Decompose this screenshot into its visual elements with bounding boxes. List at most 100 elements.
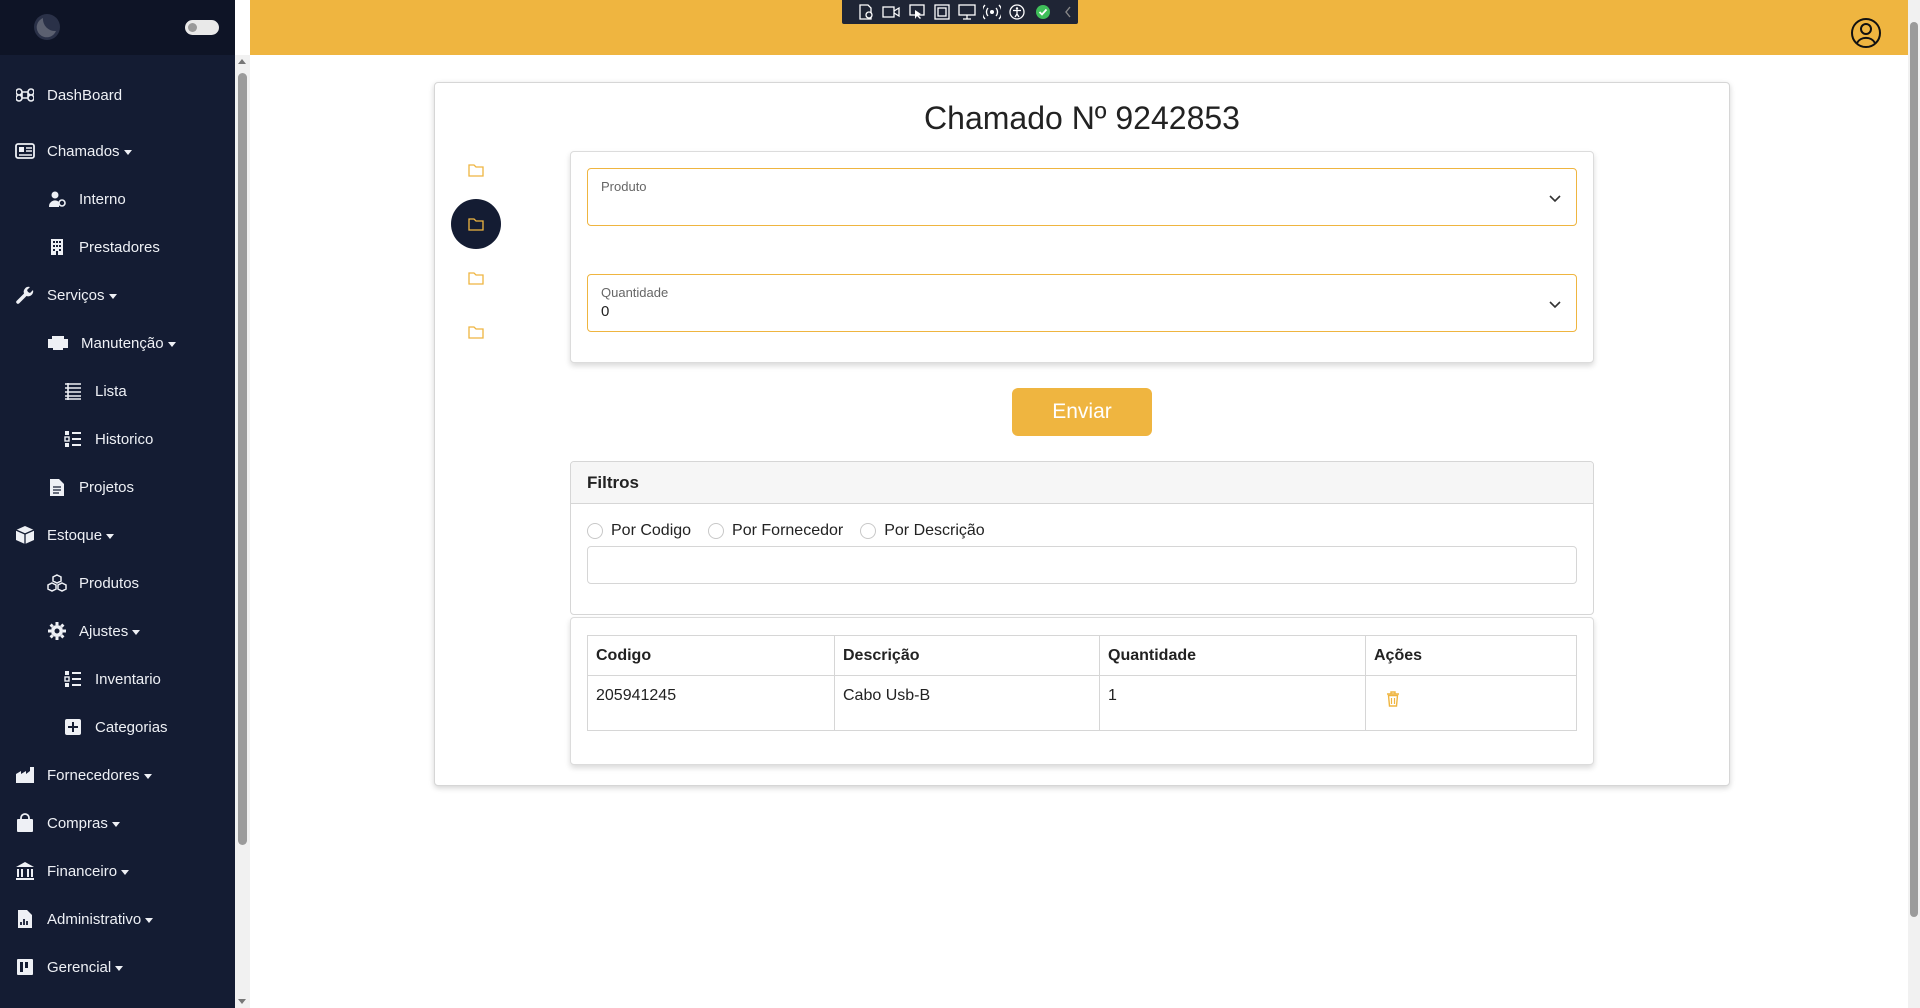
sidebar-item-dashboard[interactable]: DashBoard xyxy=(14,80,122,110)
radio-label: Por Fornecedor xyxy=(732,522,844,539)
document-icon xyxy=(46,476,68,498)
radio-por-descricao[interactable] xyxy=(860,523,877,539)
user-account-icon[interactable] xyxy=(1850,17,1882,49)
step-folder-4[interactable] xyxy=(451,307,501,357)
command-icon xyxy=(14,84,36,106)
step-folder-1[interactable] xyxy=(451,145,501,195)
filter-radio-group: Por Codigo Por Fornecedor Por Descrição xyxy=(587,522,1002,540)
sidebar-item-label: Ajustes xyxy=(79,622,129,640)
sidebar-item-label: Produtos xyxy=(79,574,140,592)
sidebar-scrollbar[interactable] xyxy=(235,55,250,1008)
page-settings-icon[interactable] xyxy=(856,3,876,21)
sidebar-item-label: Serviços xyxy=(47,286,105,304)
filters-panel: Filtros Por Codigo Por Fornecedor Por De… xyxy=(570,461,1594,615)
list-icon xyxy=(62,380,84,402)
folder-icon xyxy=(468,326,484,339)
scroll-up-arrow-icon[interactable] xyxy=(238,59,246,64)
collapse-chevron-icon[interactable] xyxy=(1058,3,1078,21)
sidebar-item-fornecedores[interactable]: Fornecedores xyxy=(14,760,152,790)
items-table: Codigo Descrição Quantidade Ações 205941… xyxy=(587,635,1577,731)
theme-toggle[interactable] xyxy=(185,20,219,35)
caret-down-icon xyxy=(123,149,132,155)
sidebar-item-compras[interactable]: Compras xyxy=(14,808,120,838)
radio-label: Por Codigo xyxy=(611,522,692,539)
kanban-icon xyxy=(14,956,36,978)
cell-quantidade: 1 xyxy=(1099,675,1366,731)
radio-por-codigo[interactable] xyxy=(587,523,603,539)
folder-icon xyxy=(468,272,484,285)
sidebar-item-lista[interactable]: Lista xyxy=(62,376,127,406)
sidebar-item-categorias[interactable]: Categorias xyxy=(62,712,168,742)
quantidade-select[interactable]: Quantidade 0 xyxy=(587,274,1577,332)
sidebar-item-inventario[interactable]: Inventario xyxy=(62,664,161,694)
caret-down-icon xyxy=(115,965,124,971)
check-circle-icon[interactable] xyxy=(1033,3,1053,21)
sidebar-item-label: DashBoard xyxy=(47,86,123,104)
sidebar-scrollbar-thumb[interactable] xyxy=(238,73,247,845)
broadcast-icon[interactable] xyxy=(982,3,1002,21)
step-folder-2[interactable] xyxy=(451,199,501,249)
sidebar-item-chamados[interactable]: Chamados xyxy=(14,136,132,166)
sidebar-item-servicos[interactable]: Serviços xyxy=(14,280,117,310)
moon-logo-icon xyxy=(34,14,60,40)
sidebar-item-label: Compras xyxy=(47,814,108,832)
sidebar-item-interno[interactable]: Interno xyxy=(46,184,126,214)
sidebar-item-historico[interactable]: Historico xyxy=(62,424,153,454)
screen-share-icon[interactable] xyxy=(957,3,977,21)
accessibility-icon[interactable] xyxy=(1007,3,1027,21)
cell-codigo: 205941245 xyxy=(587,675,835,731)
radio-por-fornecedor[interactable] xyxy=(708,523,725,539)
sidebar-item-label: Projetos xyxy=(79,478,135,496)
sidebar-item-gerencial[interactable]: Gerencial xyxy=(14,952,124,982)
gear-icon xyxy=(46,620,68,642)
caret-down-icon xyxy=(167,341,176,347)
quantidade-label: Quantidade xyxy=(601,285,669,300)
trash-icon[interactable] xyxy=(1386,691,1400,707)
sidebar-item-label: Chamados xyxy=(47,142,120,160)
pointer-icon[interactable] xyxy=(906,3,926,21)
sidebar-item-label: Historico xyxy=(95,430,154,448)
sidebar-item-label: Administrativo xyxy=(47,910,142,928)
sidebar-item-prestadores[interactable]: Prestadores xyxy=(46,232,160,262)
frame-icon[interactable] xyxy=(932,3,952,21)
sidebar-item-manutencao[interactable]: Manutenção xyxy=(46,328,176,358)
table-row: 205941245 Cabo Usb-B 1 xyxy=(587,675,1577,731)
sidebar-item-ajustes[interactable]: Ajustes xyxy=(46,616,141,646)
folder-icon xyxy=(468,164,484,177)
product-form: Produto Quantidade 0 xyxy=(570,151,1594,363)
chevron-down-icon xyxy=(1549,301,1561,309)
sidebar-item-projetos[interactable]: Projetos xyxy=(46,472,134,502)
enviar-button[interactable]: Enviar xyxy=(1012,388,1152,436)
sidebar-item-label: Fornecedores xyxy=(47,766,140,784)
sidebar-item-financeiro[interactable]: Financeiro xyxy=(14,856,130,886)
caret-down-icon xyxy=(111,821,120,827)
caret-down-icon xyxy=(132,629,141,635)
quantidade-value: 0 xyxy=(601,303,610,320)
sidebar-item-administrativo[interactable]: Administrativo xyxy=(14,904,154,934)
caret-down-icon xyxy=(106,533,115,539)
filter-search-input[interactable] xyxy=(587,546,1577,584)
page-scrollbar-thumb[interactable] xyxy=(1910,22,1918,917)
box-icon xyxy=(14,524,36,546)
building-icon xyxy=(46,236,68,258)
caret-down-icon xyxy=(121,869,130,875)
scroll-down-arrow-icon[interactable] xyxy=(238,999,246,1004)
items-table-panel: Codigo Descrição Quantidade Ações 205941… xyxy=(570,617,1594,765)
boxes-icon xyxy=(46,572,68,594)
column-header: Codigo xyxy=(587,635,835,676)
video-icon[interactable] xyxy=(881,3,901,21)
sidebar-item-label: Lista xyxy=(95,382,127,400)
sidebar-item-label: Inventario xyxy=(95,670,161,688)
column-header: Quantidade xyxy=(1099,635,1366,676)
sidebar-item-estoque[interactable]: Estoque xyxy=(14,520,115,550)
sidebar: DashBoard Chamados Interno Prestadores S… xyxy=(0,0,235,1008)
plus-square-icon xyxy=(62,716,84,738)
sidebar-item-label: Prestadores xyxy=(79,238,160,256)
produto-select[interactable]: Produto xyxy=(587,168,1577,226)
step-folder-3[interactable] xyxy=(451,253,501,303)
user-gear-icon xyxy=(46,188,68,210)
ticket-card: Chamado Nº 9242853 Produto Quantidade 0 … xyxy=(434,82,1730,786)
sidebar-item-produtos[interactable]: Produtos xyxy=(46,568,139,598)
cell-acoes xyxy=(1365,675,1577,731)
page-scrollbar[interactable] xyxy=(1908,0,1920,1008)
